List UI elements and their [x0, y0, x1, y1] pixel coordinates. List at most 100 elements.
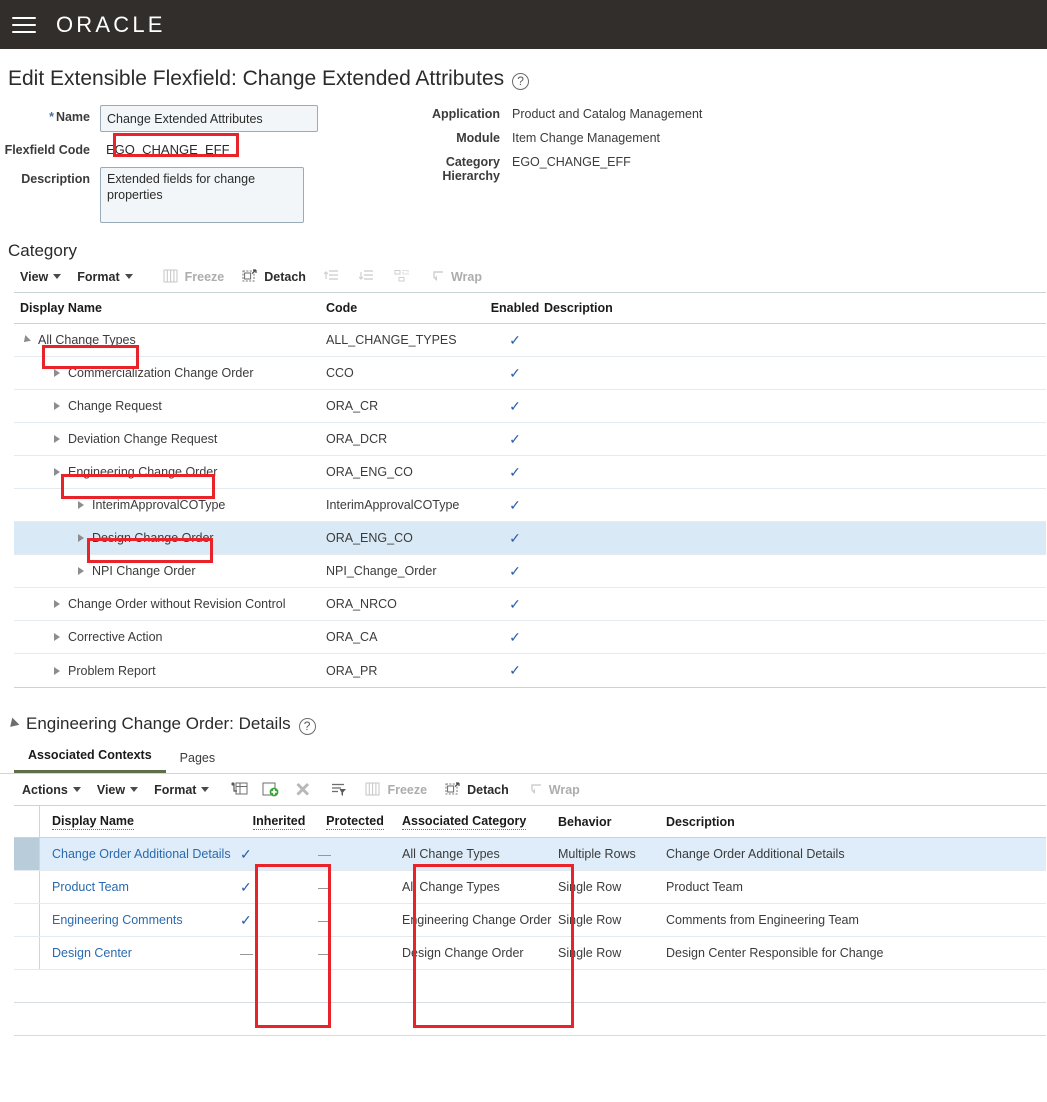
protected-cell: —: [318, 904, 392, 936]
column-display-name[interactable]: Display Name: [14, 301, 326, 315]
table-row[interactable]: Problem Report ORA_PR ✓: [14, 654, 1046, 687]
twisty-collapsed-icon[interactable]: [54, 435, 60, 443]
column-description[interactable]: Description: [662, 815, 1046, 829]
row-select-cell[interactable]: [14, 871, 40, 903]
table-row[interactable]: Engineering Comments ✓ — Engineering Change…: [14, 904, 1046, 937]
row-select-cell[interactable]: [14, 838, 40, 870]
oracle-logo: ORACLE: [56, 11, 166, 37]
table-row[interactable]: Commercialization Change Order CCO ✓: [14, 357, 1046, 390]
expand-rows-icon: [323, 269, 341, 284]
column-display-name[interactable]: Display Name: [40, 814, 240, 830]
format-menu[interactable]: Format: [77, 270, 133, 284]
column-behavior[interactable]: Behavior: [552, 815, 662, 829]
details-view-menu[interactable]: View: [97, 783, 139, 797]
column-enabled[interactable]: Enabled: [486, 301, 544, 315]
twisty-collapsed-icon[interactable]: [54, 468, 60, 476]
associated-category-cell: Design Change Order: [392, 937, 552, 969]
category-name-cell[interactable]: Change Order without Revision Control: [14, 597, 326, 611]
twisty-collapsed-icon[interactable]: [54, 633, 60, 641]
detach-button[interactable]: Detach: [242, 269, 306, 284]
protected-cell-text: —: [318, 945, 331, 961]
details-detach-button[interactable]: Detach: [445, 782, 509, 797]
context-name-link[interactable]: Engineering Comments: [40, 904, 240, 936]
column-inherited[interactable]: Inherited: [240, 814, 318, 830]
category-name-cell[interactable]: Engineering Change Order: [14, 465, 326, 479]
table-row[interactable]: All Change Types ALL_CHANGE_TYPES ✓: [14, 324, 1046, 357]
table-row[interactable]: NPI Change Order NPI_Change_Order ✓: [14, 555, 1046, 588]
view-menu[interactable]: View: [20, 270, 62, 284]
select-and-add-button[interactable]: [231, 782, 248, 797]
category-code-cell: ORA_PR: [326, 663, 378, 678]
behavior-cell: Multiple Rows: [552, 838, 662, 870]
delete-button[interactable]: [295, 782, 312, 797]
category-hierarchy-label: Category Hierarchy: [442, 155, 500, 183]
row-select-cell[interactable]: [14, 937, 40, 969]
check-icon: ✓: [509, 628, 521, 645]
chevron-down-icon: [201, 787, 210, 792]
category-name-cell[interactable]: NPI Change Order: [14, 564, 326, 578]
twisty-collapsed-icon[interactable]: [78, 534, 84, 542]
column-description[interactable]: Description: [544, 301, 1046, 315]
context-name-link[interactable]: Design Center: [40, 937, 240, 969]
detach-icon: [445, 782, 462, 797]
table-row[interactable]: Deviation Change Request ORA_DCR ✓: [14, 423, 1046, 456]
twisty-collapsed-icon[interactable]: [54, 402, 60, 410]
twisty-collapsed-icon[interactable]: [54, 369, 60, 377]
category-name-cell[interactable]: Deviation Change Request: [14, 432, 326, 446]
category-name-cell[interactable]: InterimApprovalCOType: [14, 498, 326, 512]
table-row[interactable]: InterimApprovalCOType InterimApprovalCOTy…: [14, 489, 1046, 522]
description-textarea[interactable]: Extended fields for change properties: [100, 167, 304, 223]
category-enabled-cell: ✓: [486, 596, 544, 613]
category-name-cell[interactable]: Design Change Order: [14, 531, 326, 545]
category-name-cell[interactable]: Problem Report: [14, 664, 326, 678]
category-name-label: Engineering Change Order: [68, 465, 218, 479]
tab-pages[interactable]: Pages: [166, 751, 229, 773]
twisty-collapsed-icon[interactable]: [54, 600, 60, 608]
check-icon: ✓: [509, 562, 521, 579]
column-code[interactable]: Code: [326, 301, 486, 315]
details-format-menu[interactable]: Format: [154, 783, 210, 797]
category-name-cell[interactable]: Change Request: [14, 399, 326, 413]
behavior-cell-text: Single Row: [558, 946, 622, 960]
collapse-triangle-icon[interactable]: [6, 717, 20, 731]
row-select-cell[interactable]: [14, 904, 40, 936]
category-name-cell[interactable]: All Change Types: [14, 333, 326, 347]
protected-cell: —: [318, 838, 392, 870]
table-row[interactable]: Change Request ORA_CR ✓: [14, 390, 1046, 423]
column-associated-category[interactable]: Associated Category: [392, 814, 552, 830]
table-row[interactable]: Engineering Change Order ORA_ENG_CO ✓: [14, 456, 1046, 489]
category-code-cell: InterimApprovalCOType: [326, 498, 460, 512]
category-name-cell[interactable]: Corrective Action: [14, 630, 326, 644]
behavior-cell-text: Single Row: [558, 880, 622, 894]
category-code-cell: ORA_ENG_CO: [326, 531, 413, 545]
help-icon[interactable]: ?: [512, 72, 530, 90]
table-row[interactable]: Product Team ✓ — All Change Types Single Row…: [14, 871, 1046, 904]
table-row[interactable]: Change Order Additional Details ✓ — All Cha…: [14, 838, 1046, 871]
application-value: Product and Catalog Management: [512, 107, 703, 121]
filter-button[interactable]: [330, 782, 347, 797]
name-input[interactable]: [100, 105, 318, 132]
tab-associated-contexts[interactable]: Associated Contexts: [14, 748, 166, 773]
check-icon: ✓: [509, 595, 521, 612]
hamburger-icon[interactable]: [12, 14, 38, 36]
details-help-icon[interactable]: ?: [298, 717, 316, 735]
context-name-link[interactable]: Product Team: [40, 871, 240, 903]
protected-cell-text: —: [318, 912, 331, 928]
twisty-collapsed-icon[interactable]: [54, 666, 60, 675]
table-row[interactable]: Corrective Action ORA_CA ✓: [14, 621, 1046, 654]
behavior-cell: Single Row: [552, 904, 662, 936]
actions-menu[interactable]: Actions: [22, 783, 81, 797]
context-name-link[interactable]: Change Order Additional Details: [40, 838, 240, 870]
twisty-collapsed-icon[interactable]: [78, 567, 84, 575]
chevron-down-icon: [53, 274, 62, 279]
category-name-cell[interactable]: Commercialization Change Order: [14, 366, 326, 380]
table-row[interactable]: Design Change Order ORA_ENG_CO ✓: [14, 522, 1046, 555]
column-protected[interactable]: Protected: [318, 814, 392, 830]
table-row[interactable]: Change Order without Revision Control ORA…: [14, 588, 1046, 621]
twisty-collapsed-icon[interactable]: [78, 501, 84, 509]
table-row[interactable]: Design Center — — Design Change Order Single…: [14, 937, 1046, 970]
inherited-cell-text: ✓: [240, 878, 252, 895]
create-button[interactable]: [262, 782, 279, 797]
category-enabled-cell: ✓: [486, 662, 544, 679]
twisty-expanded-icon[interactable]: [21, 335, 31, 345]
